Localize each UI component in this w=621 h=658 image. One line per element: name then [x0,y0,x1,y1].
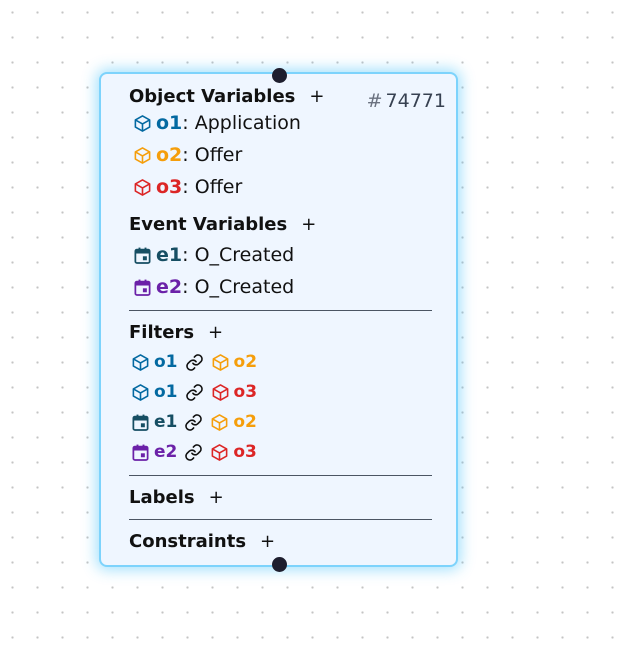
event-variable-type: O_Created [194,244,295,266]
event-variables-header: Event Variables + [129,214,316,235]
filter-right-variable: o2 [233,352,258,372]
section-divider [129,475,432,476]
filter-row[interactable]: o1 o2 [131,352,257,372]
link-icon [185,353,203,371]
event-variable-name: e1 [156,244,183,266]
section-divider [129,519,432,520]
labels-title: Labels [129,487,195,508]
add-filter-button[interactable]: + [208,322,223,343]
cube-icon [212,353,228,371]
calendar-icon [134,279,151,296]
hash-icon: # [366,90,383,112]
object-variable-row[interactable]: o1: Application [133,112,301,134]
object-variable-type: Offer [194,144,243,166]
filters-title: Filters [129,322,195,343]
cube-icon [211,413,228,431]
constraints-title: Constraints [129,531,247,552]
object-variable-name: o3 [156,176,183,198]
cube-icon [211,443,228,461]
filter-left-variable: e1 [154,412,178,432]
cube-icon [134,114,151,132]
object-variables-title: Object Variables [129,86,296,107]
filter-row[interactable]: o1 o3 [131,382,257,402]
object-variable-type: Offer [194,176,243,198]
filter-row[interactable]: e2 o3 [131,442,257,462]
event-variable-row[interactable]: e2: O_Created [133,276,294,298]
event-variable-type: O_Created [194,276,295,298]
event-variable-name: e2 [156,276,183,298]
event-variables-title: Event Variables [129,214,288,235]
add-event-variable-button[interactable]: + [301,214,316,235]
node-card[interactable]: # 74771 Object Variables + o1: Applicati… [99,72,458,567]
filter-right-variable: o3 [233,382,258,402]
cube-icon [132,353,149,371]
constraints-header: Constraints + [129,531,275,552]
link-icon [185,383,203,401]
calendar-icon [132,414,149,431]
filters-header: Filters + [129,322,223,343]
object-variable-name: o1 [156,112,183,134]
filter-row[interactable]: e1 o2 [131,412,257,432]
add-constraint-button[interactable]: + [260,531,275,552]
event-variable-row[interactable]: e1: O_Created [133,244,294,266]
filter-left-variable: o1 [154,352,178,372]
object-variable-type: Application [194,112,301,134]
link-icon [185,413,203,431]
filter-right-variable: o2 [233,412,257,432]
object-variables-header: Object Variables + [129,86,324,107]
cube-icon [134,178,151,196]
add-object-variable-button[interactable]: + [309,86,324,107]
object-variable-row[interactable]: o2: Offer [133,144,242,166]
cube-icon [134,146,151,164]
node-id-number: 74771 [385,90,446,112]
object-variable-name: o2 [156,144,183,166]
cube-icon [132,383,149,401]
link-icon [185,443,203,461]
filter-left-variable: e2 [154,442,178,462]
object-variable-row[interactable]: o3: Offer [133,176,242,198]
top-connection-handle[interactable] [272,68,287,83]
add-label-button[interactable]: + [209,487,224,508]
node-id: # 74771 [367,90,446,112]
filter-right-variable: o3 [233,442,257,462]
labels-header: Labels + [129,487,224,508]
bottom-connection-handle[interactable] [272,557,287,572]
calendar-icon [132,444,149,461]
calendar-icon [134,247,151,264]
filter-left-variable: o1 [154,382,178,402]
cube-icon [212,383,228,401]
section-divider [129,310,432,311]
